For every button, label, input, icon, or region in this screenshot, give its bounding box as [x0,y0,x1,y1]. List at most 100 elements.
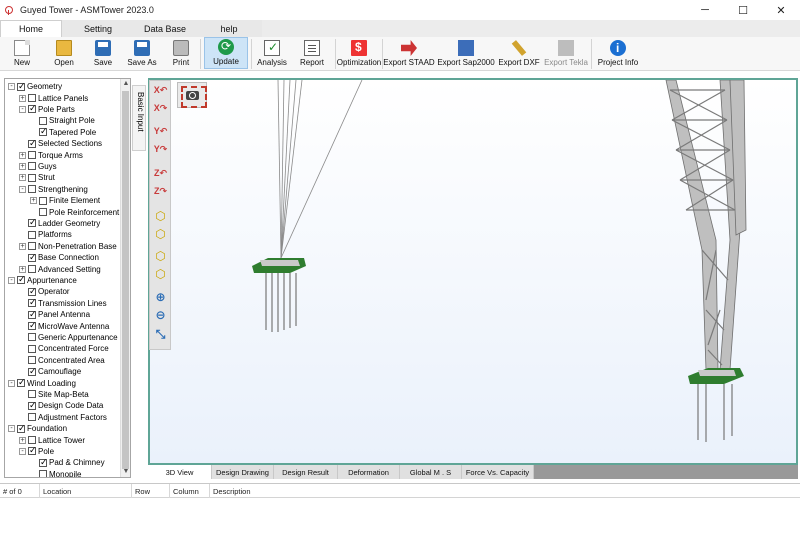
tree-item[interactable]: Generic Appurtenance [19,332,118,343]
tree-item[interactable]: Concentrated Force [19,343,109,354]
tree-item[interactable]: Panel Antenna [19,309,90,320]
column-column[interactable]: Column [170,484,210,498]
scroll-down-icon[interactable]: ▼ [121,467,130,477]
expand-icon[interactable]: + [19,242,26,250]
tree-item[interactable]: - Geometry [8,81,62,92]
tree-item-checkbox[interactable] [28,265,36,274]
new-button[interactable]: New [0,37,44,69]
tree-item-checkbox[interactable] [17,423,26,434]
expand-icon[interactable]: + [19,265,26,273]
tree-item-checkbox[interactable] [39,470,47,477]
report-button[interactable]: Report [292,37,332,69]
view-cube-front-icon[interactable]: ⬡ [152,207,169,224]
analysis-button[interactable]: Analysis [252,37,292,69]
rotate-z-pos-icon[interactable]: Z↶ [152,165,169,182]
tab-home[interactable]: Home [0,20,62,37]
tree-item[interactable]: Platforms [19,229,72,240]
tree-item-checkbox[interactable] [28,436,36,445]
expand-icon[interactable]: + [19,174,26,182]
tree-item[interactable]: - Strengthening [19,184,88,195]
tree-item[interactable]: + Torque Arms [19,149,83,160]
print-button[interactable]: Print [162,37,200,69]
collapse-icon[interactable]: - [8,83,15,91]
tree-item[interactable]: Monopile [30,469,81,477]
tab-force-vs-capacity[interactable]: Force Vs. Capacity [462,465,534,479]
tree-item-checkbox[interactable] [17,274,26,285]
column-count[interactable]: # of 0 [0,484,40,498]
tree-item[interactable]: - Appurtenance [8,274,77,286]
tree-item-checkbox[interactable] [28,151,36,160]
zoom-out-icon[interactable]: ⊖ [152,306,169,323]
maximize-button[interactable]: ☐ [724,0,762,20]
tree-item[interactable]: + Advanced Setting [19,263,101,274]
tree-item[interactable]: Operator [19,286,70,297]
tree-item-checkbox[interactable] [28,242,36,251]
tree-item[interactable]: Base Connection [19,252,99,263]
tree-item[interactable]: + Non-Penetration Base [19,241,117,252]
rotate-z-neg-icon[interactable]: Z↷ [152,183,169,200]
view-cube-top-icon[interactable]: ⬡ [152,247,169,264]
collapse-icon[interactable]: - [19,105,26,113]
collapse-icon[interactable]: - [19,185,26,193]
tree-item[interactable]: Pole Reinforcement [30,206,119,217]
tree-item[interactable]: + Finite Element [30,195,100,206]
tree-item[interactable]: Selected Sections [19,138,102,149]
tree-item-checkbox[interactable] [28,217,37,228]
tree-item-checkbox[interactable] [39,457,48,468]
expand-icon[interactable]: + [19,94,26,102]
tab-design-drawing[interactable]: Design Drawing [212,465,274,479]
tab-global-ms[interactable]: Global M . S [400,465,462,479]
column-row[interactable]: Row [132,484,170,498]
rotate-x-neg-icon[interactable]: X↷ [152,100,169,117]
zoom-in-icon[interactable]: ⊕ [152,288,169,305]
tree-item-checkbox[interactable] [28,356,36,365]
tree-scrollbar[interactable]: ▲ ▼ [120,79,130,477]
tree-item[interactable]: - Pole [19,445,54,457]
tree-item-checkbox[interactable] [17,81,26,92]
tab-help[interactable]: help [196,20,262,37]
tree-item[interactable]: + Guys [19,161,57,172]
view-cube-side-icon[interactable]: ⬡ [152,225,169,242]
tree-item[interactable]: - Wind Loading [8,377,76,388]
rotate-y-neg-icon[interactable]: Y↷ [152,141,169,158]
screenshot-button[interactable] [177,82,207,108]
save-button[interactable]: Save [84,37,122,69]
tree-item[interactable]: Ladder Geometry [19,217,100,229]
expand-icon[interactable]: + [19,151,26,159]
zoom-extents-icon[interactable]: ⤡ [152,326,169,343]
tree-item-checkbox[interactable] [28,94,36,103]
collapse-icon[interactable]: - [19,447,26,455]
expand-icon[interactable]: + [19,162,26,170]
export-sap2000-button[interactable]: Export Sap2000 [435,37,497,69]
update-button[interactable]: Update [204,37,248,69]
tree-item[interactable]: MicroWave Antenna [19,320,109,331]
view-cube-iso-icon[interactable]: ⬡ [152,265,169,282]
tree-item-checkbox[interactable] [28,445,37,456]
tree-item-checkbox[interactable] [28,344,36,353]
tree-item-checkbox[interactable] [28,162,36,171]
tree-item-checkbox[interactable] [28,400,37,411]
tree-item[interactable]: Transmission Lines [19,297,107,309]
column-location[interactable]: Location [40,484,132,498]
tree-scroll-thumb[interactable] [122,91,129,469]
tab-setting[interactable]: Setting [62,20,134,37]
tree-item[interactable]: + Lattice Panels [19,92,88,103]
export-dxf-button[interactable]: Export DXF [497,37,541,69]
tree-item-checkbox[interactable] [39,208,47,217]
tab-design-result[interactable]: Design Result [274,465,338,479]
optimization-button[interactable]: Optimization [336,37,382,69]
tree-item-checkbox[interactable] [39,196,47,205]
basic-input-tab[interactable]: Basic Input [132,85,146,151]
tree-item-checkbox[interactable] [28,103,37,114]
tree-item-checkbox[interactable] [28,366,37,377]
tree-item-checkbox[interactable] [28,185,36,194]
rotate-x-pos-icon[interactable]: X↶ [152,82,169,99]
tree-item-checkbox[interactable] [28,230,36,239]
tree-item[interactable]: Design Code Data [19,400,103,411]
export-staad-button[interactable]: Export STAAD [383,37,435,69]
tree-item[interactable]: Tapered Pole [30,126,96,138]
tree-item[interactable]: Camouflage [19,366,81,377]
column-description[interactable]: Description [210,484,800,498]
open-button[interactable]: Open [44,37,84,69]
tree-item[interactable]: Site Map-Beta [19,389,89,400]
